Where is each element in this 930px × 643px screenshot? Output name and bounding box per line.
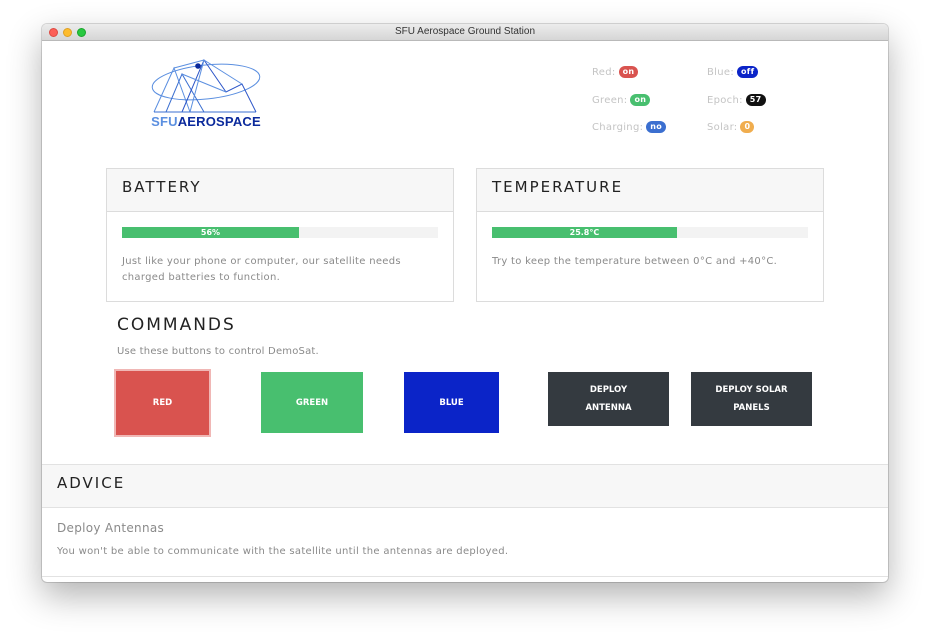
deploy-antenna-label-line1: DEPLOY: [589, 385, 628, 395]
battery-progress-bar: 56%: [122, 227, 438, 238]
status-charging-label: Charging:: [592, 122, 644, 133]
logo-wordmark: SFUAEROSPACE: [146, 114, 266, 129]
status-charging: Charging: no: [592, 121, 667, 133]
deploy-antenna-label: DEPLOY ANTENNA: [585, 381, 631, 417]
status-solar-badge: 0: [740, 121, 755, 133]
blue-button[interactable]: BLUE: [404, 372, 499, 433]
status-epoch: Epoch: 57: [707, 94, 766, 106]
temperature-card: TEMPERATURE 25.8°C Try to keep the tempe…: [476, 168, 824, 302]
status-epoch-badge: 57: [745, 94, 766, 106]
deploy-solar-label-line2: PANELS: [733, 403, 770, 413]
temperature-card-title: TEMPERATURE: [477, 169, 823, 212]
battery-card-title: BATTERY: [107, 169, 453, 212]
status-blue-badge: off: [737, 66, 759, 78]
temperature-progress-bar: 25.8°C: [492, 227, 808, 238]
red-button[interactable]: RED: [114, 369, 211, 437]
temperature-progress-fill: 25.8°C: [492, 227, 677, 238]
status-charging-badge: no: [646, 121, 667, 133]
sfu-aerospace-logo: SFUAEROSPACE: [146, 48, 266, 132]
logo-text-aerospace: AEROSPACE: [177, 114, 261, 129]
deploy-antenna-button[interactable]: DEPLOY ANTENNA: [548, 372, 669, 426]
window-title: SFU Aerospace Ground Station: [394, 26, 536, 37]
temperature-description: Try to keep the temperature between 0°C …: [492, 256, 778, 267]
commands-title: COMMANDS: [117, 315, 236, 335]
status-green: Green: on: [592, 94, 651, 106]
status-green-label: Green:: [592, 95, 628, 106]
status-red-label: Red:: [592, 67, 616, 78]
status-red-badge: on: [618, 66, 639, 78]
battery-description: Just like your phone or computer, our sa…: [122, 256, 401, 283]
battery-progress-fill: 56%: [122, 227, 299, 238]
green-button[interactable]: GREEN: [261, 372, 363, 433]
status-solar-label: Solar:: [707, 122, 738, 133]
divider: [42, 576, 888, 577]
status-blue: Blue: off: [707, 66, 759, 78]
deploy-solar-label-line1: DEPLOY SOLAR: [715, 385, 788, 395]
logo-text-sfu: SFU: [151, 114, 178, 129]
advice-item-title: Deploy Antennas: [57, 521, 165, 535]
green-button-label: GREEN: [295, 397, 329, 408]
status-blue-label: Blue:: [707, 67, 734, 78]
deploy-antenna-label-line2: ANTENNA: [585, 403, 632, 413]
deploy-solar-panels-label: DEPLOY SOLAR PANELS: [715, 381, 787, 417]
deploy-solar-panels-button[interactable]: DEPLOY SOLAR PANELS: [691, 372, 812, 426]
advice-title: ADVICE: [42, 464, 888, 508]
title-bar: SFU Aerospace Ground Station: [42, 24, 888, 41]
app-window: SFU Aerospace Ground Station SFUAEROSPAC…: [42, 24, 888, 582]
battery-card: BATTERY 56% Just like your phone or comp…: [106, 168, 454, 302]
status-solar: Solar: 0: [707, 121, 755, 133]
status-epoch-label: Epoch:: [707, 95, 743, 106]
blue-button-label: BLUE: [439, 397, 464, 408]
commands-subtitle: Use these buttons to control DemoSat.: [117, 346, 319, 357]
status-red: Red: on: [592, 66, 639, 78]
mountain-orbit-icon: [151, 58, 261, 113]
advice-item-text: You won't be able to communicate with th…: [57, 546, 509, 557]
red-button-label: RED: [152, 398, 173, 408]
status-green-badge: on: [630, 94, 651, 106]
